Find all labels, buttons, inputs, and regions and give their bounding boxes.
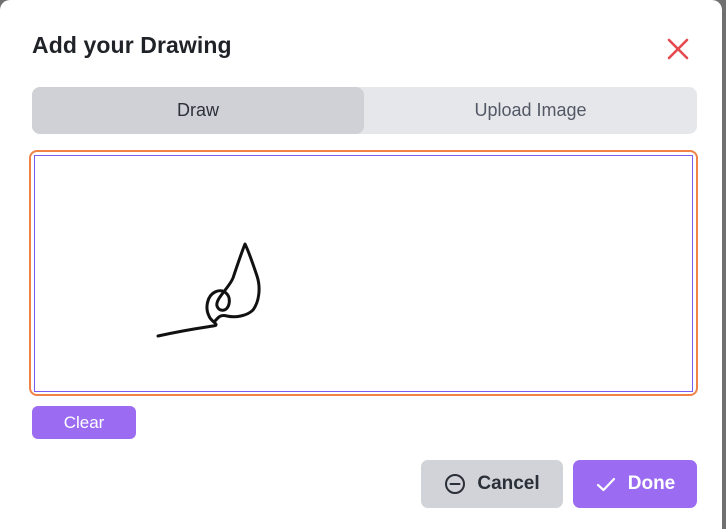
done-label: Done	[627, 473, 676, 494]
dialog-title: Add your Drawing	[32, 32, 232, 58]
close-icon	[667, 38, 689, 60]
tab-upload-image[interactable]: Upload Image	[364, 87, 697, 134]
cancel-button[interactable]: Cancel	[421, 460, 563, 508]
clear-button[interactable]: Clear	[32, 406, 136, 439]
drawn-stroke	[156, 242, 261, 338]
drawing-canvas[interactable]	[34, 155, 693, 392]
mode-tabs: Draw Upload Image	[32, 87, 697, 134]
done-button[interactable]: Done	[573, 460, 697, 508]
tab-draw[interactable]: Draw	[32, 87, 364, 134]
drawing-canvas-frame	[29, 150, 698, 396]
drawing-dialog: Add your Drawing Draw Upload Image Clear…	[0, 0, 722, 529]
minus-circle-icon	[445, 474, 466, 494]
close-button[interactable]	[664, 35, 692, 63]
cancel-label: Cancel	[477, 473, 540, 494]
check-icon	[596, 477, 615, 492]
